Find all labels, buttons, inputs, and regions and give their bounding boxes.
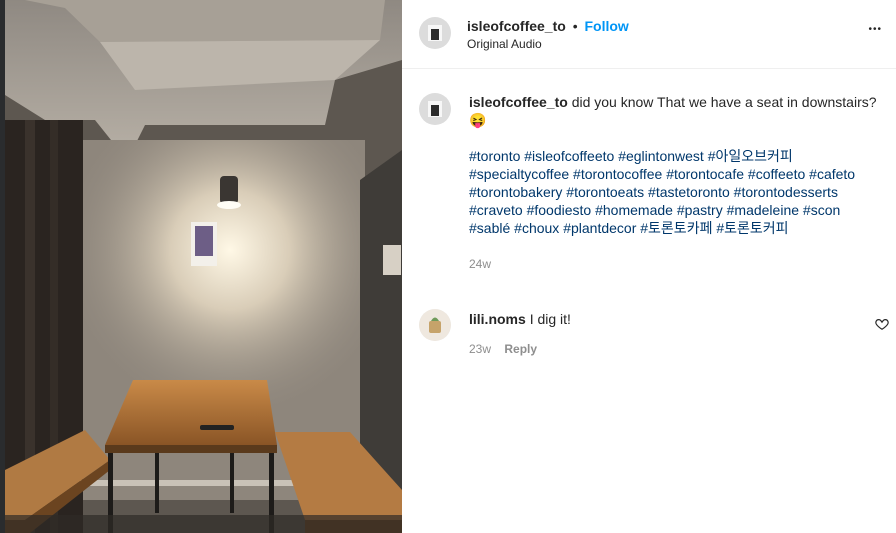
hashtag-link[interactable]: #아일오브커피 xyxy=(708,148,793,164)
hashtag-link[interactable]: #pastry xyxy=(677,202,723,218)
post-details-panel: isleofcoffee_to • Follow Original Audio … xyxy=(402,0,896,533)
separator-dot: • xyxy=(572,18,578,34)
hashtag-link[interactable]: #torontobakery xyxy=(469,184,562,200)
hashtag-link[interactable]: #sablé xyxy=(469,220,510,236)
hashtag-link[interactable]: #plantdecor xyxy=(563,220,636,236)
comment-meta: 23w Reply xyxy=(469,342,537,356)
hashtag-link[interactable]: #torontocafe xyxy=(666,166,744,182)
follow-button[interactable]: Follow xyxy=(585,18,629,34)
hashtag-link[interactable]: #foodiesto xyxy=(527,202,592,218)
hashtag-link[interactable]: #tastetoronto xyxy=(648,184,730,200)
hashtag-link[interactable]: #choux xyxy=(514,220,559,236)
caption-text: did you know That we have a seat in down… xyxy=(571,94,877,110)
author-avatar[interactable] xyxy=(419,17,451,49)
hashtag-link[interactable]: #toronto xyxy=(469,148,520,164)
hashtag-link[interactable]: #torontodesserts xyxy=(734,184,838,200)
caption-avatar[interactable] xyxy=(419,93,451,125)
post-caption: isleofcoffee_to did you know That we hav… xyxy=(469,93,879,273)
comment-text: I dig it! xyxy=(529,311,571,327)
caption-emoji: 😝 xyxy=(469,112,487,128)
like-comment-heart-icon[interactable] xyxy=(875,317,889,331)
comment: lili.noms I dig it! xyxy=(469,310,571,328)
caption-timestamp[interactable]: 24w xyxy=(469,255,879,273)
post-header: isleofcoffee_to • Follow Original Audio … xyxy=(402,0,896,69)
more-options-icon[interactable]: ••• xyxy=(868,24,882,35)
hashtag-link[interactable]: #torontoeats xyxy=(566,184,644,200)
caption-username[interactable]: isleofcoffee_to xyxy=(469,94,568,110)
hashtag-link[interactable]: #homemade xyxy=(595,202,673,218)
post-video[interactable] xyxy=(5,0,402,533)
author-username[interactable]: isleofcoffee_to xyxy=(467,18,566,34)
hashtag-link[interactable]: #토론토카페 xyxy=(640,220,712,236)
hashtag-link[interactable]: #scon xyxy=(803,202,840,218)
hashtag-link[interactable]: #토론토커피 xyxy=(716,220,788,236)
audio-label[interactable]: Original Audio xyxy=(467,37,542,51)
commenter-avatar[interactable] xyxy=(419,309,451,341)
hashtag-link[interactable]: #eglintonwest xyxy=(618,148,704,164)
comment-timestamp[interactable]: 23w xyxy=(469,342,491,356)
hashtag-link[interactable]: #isleofcoffeeto xyxy=(524,148,614,164)
hashtag-link[interactable]: #specialtycoffee xyxy=(469,166,569,182)
video-frame-image xyxy=(5,0,402,533)
comment-username[interactable]: lili.noms xyxy=(469,311,526,327)
hashtag-link[interactable]: #torontocoffee xyxy=(573,166,662,182)
hashtag-link[interactable]: #madeleine xyxy=(727,202,799,218)
hashtag-list: #toronto #isleofcoffeeto #eglintonwest #… xyxy=(469,147,879,237)
hashtag-link[interactable]: #craveto xyxy=(469,202,523,218)
hashtag-link[interactable]: #coffeeto xyxy=(748,166,805,182)
hashtag-link[interactable]: #cafeto xyxy=(809,166,855,182)
reply-button[interactable]: Reply xyxy=(504,342,537,356)
